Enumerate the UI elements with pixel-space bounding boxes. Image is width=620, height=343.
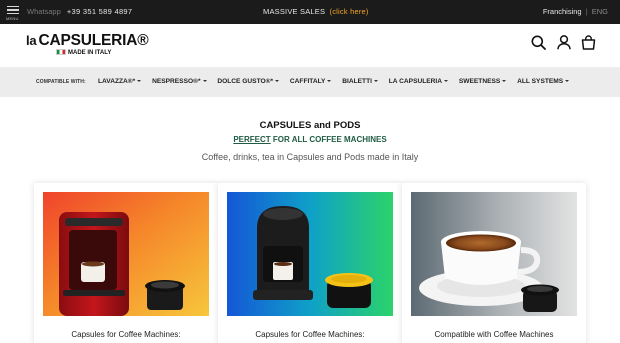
category-nav: COMPATIBLE WITH: LAVAZZA®* NESPRESSO®* D… [0,67,620,97]
card-caption: Capsules for Coffee Machines: [71,330,181,339]
page-description: Coffee, drinks, tea in Capsules and Pods… [201,152,419,162]
franchising-link[interactable]: Franchising [543,7,582,16]
chevron-down-icon [565,80,570,82]
user-icon[interactable] [556,35,571,55]
nav-item-sweetness[interactable]: SWEETNESS [459,78,507,85]
search-icon[interactable] [531,35,546,55]
card-caption: Compatible with Coffee Machines [434,330,554,339]
subtitle-emphasis: PERFECT [233,135,271,144]
chevron-down-icon [327,80,332,82]
promo-link[interactable]: (click here) [330,7,369,16]
contact-info: Whatsapp +39 351 589 4897 [27,7,132,16]
nav-item-bialetti[interactable]: BIALETTI [342,78,378,85]
whatsapp-link[interactable]: Whatsapp [27,7,61,16]
nav-item-dolce-gusto[interactable]: DOLCE GUSTO®* [217,78,280,85]
nav-item-all-systems[interactable]: ALL SYSTEMS [517,78,570,85]
product-image [227,192,393,316]
chevron-down-icon [202,80,207,82]
promo-text: MASSIVE SALES [263,7,326,16]
promo-banner: MASSIVE SALES (click here) [263,7,369,16]
chevron-down-icon [275,80,280,82]
menu-label: MENU [6,16,19,21]
product-image [43,192,209,316]
site-header: la CAPSULERIA® MADE IN ITALY [0,24,620,67]
compatible-with-label: COMPATIBLE WITH: [36,79,86,85]
nav-item-nespresso[interactable]: NESPRESSO®* [152,78,207,85]
nav-item-la-capsuleria[interactable]: LA CAPSULERIA [389,78,449,85]
hamburger-icon [7,6,19,8]
product-card-espresso[interactable]: Compatible with Coffee Machines [402,183,586,343]
cart-icon[interactable] [581,35,596,55]
nav-items: LAVAZZA®* NESPRESSO®* DOLCE GUSTO®* CAFF… [98,78,578,85]
logo-tagline: MADE IN ITALY [56,49,111,56]
chevron-down-icon [444,80,449,82]
product-image [411,192,577,316]
product-card-pod-machine[interactable]: Capsules for Coffee Machines: [218,183,402,343]
top-bar: MENU Whatsapp +39 351 589 4897 MASSIVE S… [0,0,620,24]
italy-flag-icon [56,49,66,55]
chevron-down-icon [502,80,507,82]
top-right-links: Franchising | ENG [543,7,608,16]
logo[interactable]: la CAPSULERIA® MADE IN ITALY [26,32,149,56]
page-title: CAPSULES and PODS [259,120,361,131]
card-caption: Capsules for Coffee Machines: [255,330,365,339]
phone-number[interactable]: +39 351 589 4897 [67,7,133,16]
menu-button[interactable]: MENU [6,4,20,21]
logo-brand: la CAPSULERIA® [26,32,149,49]
separator: | [585,7,588,16]
chevron-down-icon [137,80,142,82]
language-selector[interactable]: ENG [592,7,608,16]
chevron-down-icon [373,80,378,82]
page-subtitle: PERFECT FOR ALL COFFEE MACHINES [0,135,620,144]
nav-item-caffitaly[interactable]: CAFFITALY [290,78,332,85]
product-card-capsule-machine[interactable]: Capsules for Coffee Machines: [34,183,218,343]
nav-item-lavazza[interactable]: LAVAZZA®* [98,78,142,85]
subtitle-rest: FOR ALL COFFEE MACHINES [272,135,387,144]
header-icons [525,35,596,55]
